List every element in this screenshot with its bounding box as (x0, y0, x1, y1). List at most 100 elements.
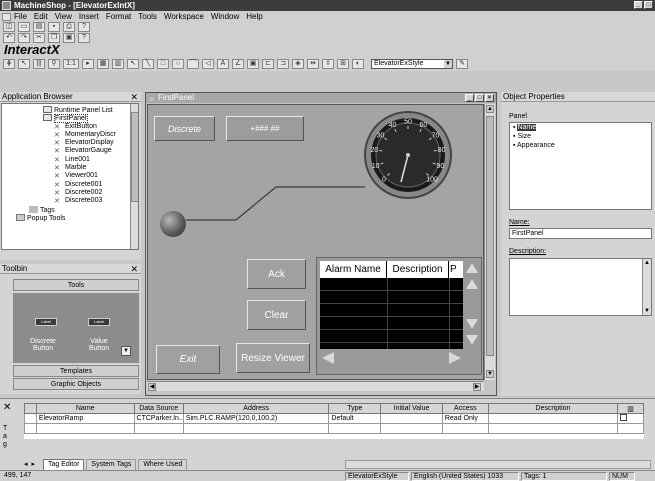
menu-edit[interactable]: Edit (34, 12, 48, 21)
tree-item-runtime-panel-list[interactable]: Runtime Panel List (43, 106, 113, 114)
distribute-h-icon[interactable]: ⇹ (307, 59, 319, 69)
restore-button[interactable]: □ (475, 94, 484, 102)
tree-scroll-thumb[interactable] (131, 112, 138, 202)
scroll-up-icon[interactable]: ▲ (643, 259, 651, 267)
menu-file[interactable]: File (14, 12, 27, 21)
property-item-appearance[interactable]: ▪ Appearance (510, 141, 651, 150)
minimize-button[interactable]: _ (465, 94, 474, 102)
toolbin-category-templates[interactable]: Templates (13, 365, 139, 377)
print-icon[interactable]: ⎙ (63, 22, 75, 32)
tree-item-discrete002[interactable]: ✕ Discrete002 (54, 189, 102, 197)
zoom-icon[interactable]: ⚲ (48, 59, 60, 69)
alarm-header-name[interactable]: Alarm Name (320, 261, 387, 278)
close-button[interactable]: ✕ (485, 94, 494, 102)
cut-icon[interactable]: ✂ (33, 32, 45, 43)
menu-insert[interactable]: Insert (79, 12, 99, 21)
tree-item-line001[interactable]: ✕ Line001 (54, 156, 90, 164)
tag-editor-hscroll[interactable] (345, 460, 651, 469)
style-edit-icon[interactable]: ✎ (456, 59, 468, 69)
resize-viewer-button[interactable]: Resize Viewer (236, 343, 310, 373)
row-selector[interactable] (24, 413, 37, 424)
scroll-right-icon[interactable]: ▶ (473, 383, 481, 391)
tree-item-firstpanel[interactable]: FirstPanel (43, 114, 88, 123)
scroll-up-icon[interactable]: ▲ (486, 105, 494, 113)
exit-button[interactable]: Exit (156, 345, 220, 374)
tag-description-cell[interactable] (487, 413, 619, 424)
rectangle-tool-icon[interactable]: □ (157, 59, 169, 69)
menu-window[interactable]: Window (211, 12, 239, 21)
description-field[interactable]: ▲ ▼ (509, 258, 652, 316)
tree-item-marble[interactable]: ✕ Marble (54, 164, 86, 172)
tab-scroll-next-icon[interactable]: ▸ (31, 460, 35, 470)
tree-item-elevatordisplay[interactable]: ✕ ElevatorDisplay (54, 139, 114, 147)
tag-address-cell[interactable]: Sim.PLC.RAMP(120,0,100,2) (182, 413, 330, 424)
tag-initial-cell[interactable] (380, 413, 443, 424)
minimize-button[interactable]: _ (634, 1, 643, 9)
panel-horizontal-scrollbar[interactable]: ◀ ▶ (147, 381, 484, 391)
property-item-name[interactable]: ▪ Name (510, 123, 651, 132)
image-tool-icon[interactable]: ▣ (247, 59, 259, 69)
toolbin-category-graphic-objects[interactable]: Graphic Objects (13, 378, 139, 390)
alarm-horizontal-scroll[interactable] (320, 351, 463, 365)
menu-help[interactable]: Help (246, 12, 262, 21)
scroll-left-icon[interactable]: ◀ (148, 383, 156, 391)
col-header-address[interactable]: Address (182, 403, 330, 414)
value-button-widget[interactable]: Label (88, 318, 110, 326)
clear-button[interactable]: Clear (247, 300, 306, 330)
maximize-button[interactable]: □ (644, 1, 653, 9)
alarm-viewer[interactable]: Alarm Name Description P (316, 257, 482, 375)
panel-vertical-scrollbar[interactable]: ▲ ▼ (484, 104, 495, 380)
close-icon[interactable]: ✕ (130, 92, 138, 102)
help-icon[interactable]: ? (78, 22, 90, 32)
run-icon[interactable]: ▸ (82, 59, 94, 69)
grid-icon[interactable]: ⋕ (3, 59, 15, 69)
distribute-v-icon[interactable]: ⇳ (322, 59, 334, 69)
tree-item-tags[interactable]: Tags (29, 206, 55, 214)
tag-name-cell[interactable]: ElevatorRamp (35, 413, 135, 424)
align-left-icon[interactable]: ⊏ (262, 59, 274, 69)
chevron-down-icon[interactable]: ▼ (121, 346, 131, 356)
menu-format[interactable]: Format (106, 12, 131, 21)
col-header-access[interactable]: Access (441, 403, 489, 414)
discrete-button-widget[interactable]: Label (35, 318, 57, 326)
tree-item-viewer001[interactable]: ✕ Viewer001 (54, 172, 98, 180)
scroll-down-icon[interactable]: ▼ (486, 370, 494, 378)
paste-icon[interactable]: ▣ (63, 32, 75, 43)
new-file-icon[interactable]: ▭ (18, 22, 30, 32)
tree-item-momentarydiscr[interactable]: ✕ MomentaryDiscr (54, 131, 116, 139)
menu-view[interactable]: View (55, 12, 72, 21)
menu-tools[interactable]: Tools (138, 12, 157, 21)
zoom-ratio-button[interactable]: 1:1 (63, 59, 79, 69)
tree-item-exitbutton[interactable]: ✕ ExitButton (54, 123, 97, 131)
line-tool-icon[interactable]: ╲ (142, 59, 154, 69)
col-header-type[interactable]: Type (328, 403, 382, 414)
tag-flag-cell[interactable] (617, 413, 644, 424)
alarm-header-priority[interactable]: P (449, 261, 463, 278)
close-icon[interactable]: ✕ (3, 402, 11, 413)
tag-source-cell[interactable]: CTCParker.In.. (133, 413, 184, 424)
text-tool-icon[interactable]: A (217, 59, 229, 69)
window-tool-icon[interactable]: ▦ (97, 59, 109, 69)
ack-button[interactable]: Ack (247, 259, 306, 289)
toolbin-category-tools[interactable]: Tools (13, 279, 139, 291)
table-row[interactable]: ElevatorRamp CTCParker.In.. Sim.PLC.RAMP… (24, 413, 644, 424)
curve-tool-icon[interactable]: ∠ (232, 59, 244, 69)
col-header-initial-value[interactable]: Initial Value (380, 403, 443, 414)
toggle-panel-icon[interactable]: ◫ (3, 22, 15, 32)
tree-item-elevatorgauge[interactable]: ✕ ElevatorGauge (54, 147, 112, 155)
tree-item-popup-tools[interactable]: Popup Tools (16, 214, 65, 222)
size-icon[interactable]: ⊞ (337, 59, 349, 69)
scrollbar-tool-icon[interactable]: ||| (33, 59, 45, 69)
arc-tool-icon[interactable]: ⌒ (187, 59, 199, 69)
doc-icon[interactable] (2, 12, 11, 21)
open-folder-icon[interactable]: ▤ (33, 22, 45, 32)
undo-icon[interactable]: ↶ (3, 32, 15, 43)
ellipse-tool-icon[interactable]: ○ (172, 59, 184, 69)
col-header-name[interactable]: Name (35, 403, 135, 414)
polygon-tool-icon[interactable]: ◁ (202, 59, 214, 69)
tree-item-discrete001[interactable]: ✕ Discrete001 (54, 181, 102, 189)
col-header-data-source[interactable]: Data Source (133, 403, 184, 414)
style-select[interactable]: ElevatorExStyle ▼ (371, 59, 453, 69)
menu-workspace[interactable]: Workspace (164, 12, 204, 21)
alarm-header-description[interactable]: Description (387, 261, 449, 278)
